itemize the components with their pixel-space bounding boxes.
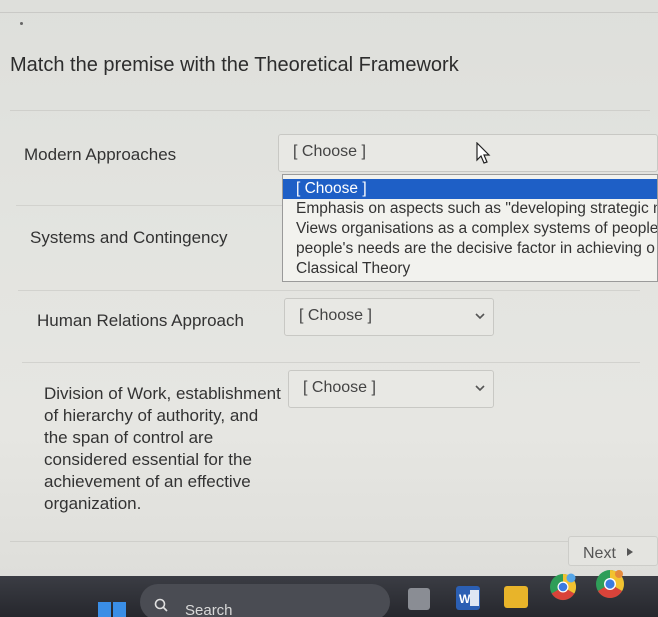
question-title: Match the premise with the Theoretical F… — [10, 54, 459, 76]
chrome-profile-icon[interactable] — [548, 572, 578, 602]
next-button[interactable]: Next — [568, 536, 658, 566]
decorative-dot — [20, 22, 23, 25]
mouse-cursor-icon — [476, 142, 491, 164]
dropdown-option-strategic[interactable]: Emphasis on aspects such as "developing … — [283, 199, 657, 219]
premise-division-of-work: Division of Work, establishment of hiera… — [44, 384, 281, 513]
dropdown-option-classical-theory[interactable]: Classical Theory — [283, 259, 657, 279]
file-explorer-icon[interactable] — [408, 588, 430, 610]
answer-dropdown-list[interactable]: [ Choose ] Emphasis on aspects such as "… — [282, 174, 658, 282]
folder-icon[interactable] — [504, 586, 528, 608]
chevron-down-icon — [475, 313, 485, 320]
quiz-page: Match the premise with the Theoretical F… — [0, 0, 658, 617]
word-letter-icon: W — [459, 590, 479, 606]
row-divider — [18, 290, 640, 291]
search-label: Search — [185, 602, 233, 617]
chevron-down-icon — [475, 385, 485, 392]
premise-human-relations: Human Relations Approach — [37, 311, 244, 330]
dropdown-option-complex-systems[interactable]: Views organisations as a complex systems… — [283, 219, 657, 239]
answer-select-1[interactable]: [ Choose ] — [278, 134, 658, 172]
next-button-label: Next — [583, 545, 616, 562]
answer-select-4[interactable]: [ Choose ] — [288, 370, 494, 408]
premise-systems-contingency: Systems and Contingency — [30, 228, 228, 247]
answer-select-3[interactable]: [ Choose ] — [284, 298, 494, 336]
triangle-right-icon — [627, 548, 633, 556]
windows-start-icon[interactable] — [98, 602, 126, 617]
svg-text:W: W — [459, 592, 471, 606]
premise-modern-approaches: Modern Approaches — [24, 145, 177, 164]
dropdown-option-choose[interactable]: [ Choose ] — [283, 179, 657, 199]
select-value: [ Choose ] — [303, 379, 376, 396]
select-value: [ Choose ] — [293, 143, 366, 160]
row-divider — [22, 362, 640, 363]
word-icon[interactable]: W — [456, 586, 480, 610]
select-value: [ Choose ] — [299, 307, 372, 324]
search-icon — [154, 598, 168, 612]
taskbar-search-box[interactable]: Search — [140, 584, 390, 617]
chrome-icon[interactable] — [594, 568, 626, 600]
top-divider — [0, 12, 658, 13]
dropdown-option-peoples-needs[interactable]: people's needs are the decisive factor i… — [283, 239, 657, 259]
